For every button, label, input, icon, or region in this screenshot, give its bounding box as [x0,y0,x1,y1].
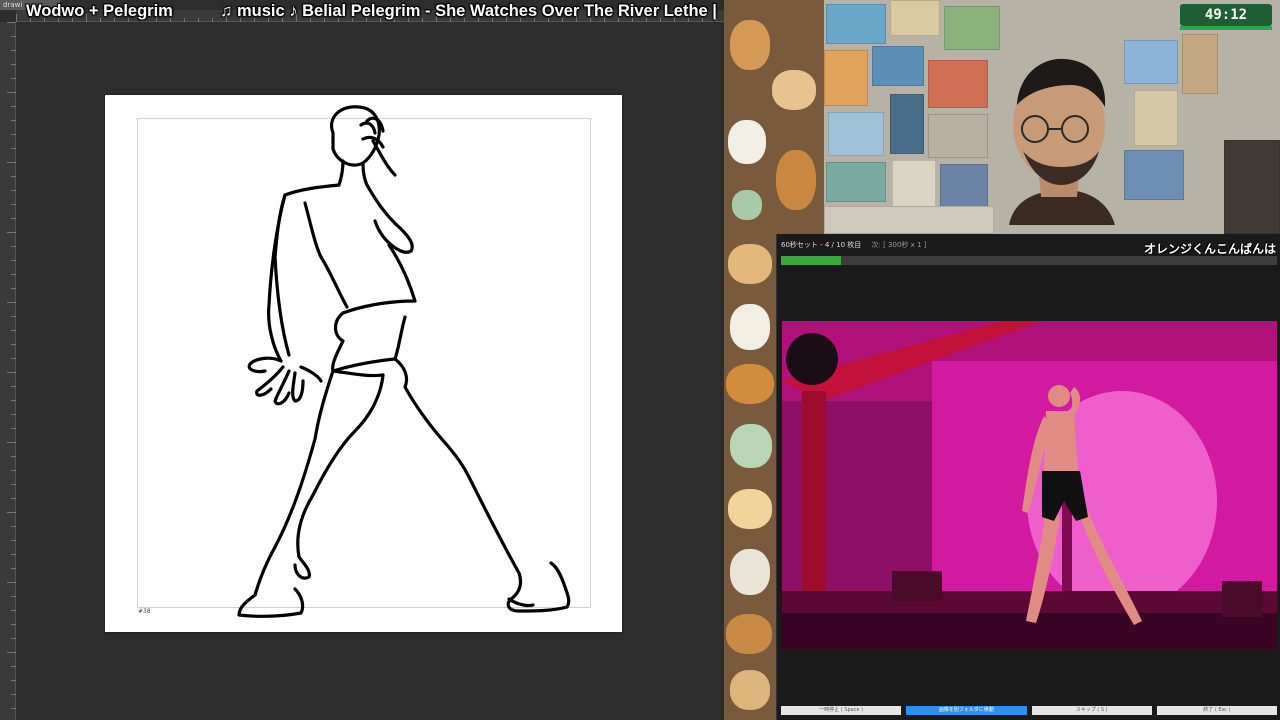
ruler-tick [11,456,16,457]
session-progress-bar [781,256,1277,265]
ruler-tick [11,708,16,709]
ruler-tick [11,666,16,667]
session-progress-fill [781,256,841,265]
ruler-tick [11,344,16,345]
ruler-tick [11,414,16,415]
app-tab-label: drawi [3,1,23,9]
ruler-tick [11,330,16,331]
reference-photo-scene [782,321,1277,650]
ruler-tick [11,50,16,51]
streamer-avatar [1009,58,1115,225]
ruler-tick [7,652,16,653]
ruler-tick [7,372,16,373]
ruler-tick [11,218,16,219]
ruler-tick [16,14,17,22]
ruler-tick [11,260,16,261]
ruler-tick [11,36,16,37]
pause-button[interactable]: 一時停止 ( Space ) [781,706,902,715]
ruler-tick [11,540,16,541]
ruler-tick [11,638,16,639]
ruler-tick [11,120,16,121]
ruler-tick [11,568,16,569]
ruler-tick [11,498,16,499]
ruler-tick [7,442,16,443]
reference-controls: 一時停止 ( Space ) 画像を別フォルダに移動 スキップ ( S ) 終了… [781,706,1277,716]
ruler-tick [11,176,16,177]
ruler-tick [11,204,16,205]
webcam-feed: 49:12 [824,0,1280,234]
ruler-tick [7,162,16,163]
ruler-tick [11,484,16,485]
move-image-button[interactable]: 画像を別フォルダに移動 [906,706,1027,715]
now-playing-text: ♫ music ♪ Belial Pelegrim - She Watches … [220,2,717,20]
session-header: 60秒セット - 4 / 10 枚目 次: [ 300秒 x 1 ] [781,240,926,252]
ruler-tick [11,316,16,317]
ruler-tick [11,596,16,597]
ruler-tick [7,582,16,583]
stream-title-overlay: Wodwo + Pelegrim ♫ music ♪ Belial Pelegr… [26,0,717,24]
stream-timer-bar [1180,26,1272,30]
ruler-tick [11,274,16,275]
ruler-tick [11,554,16,555]
ruler-tick [11,106,16,107]
ruler-tick [7,512,16,513]
ruler-tick [7,22,16,23]
ruler-tick [11,190,16,191]
ruler-tick [11,358,16,359]
stream-timer: 49:12 [1180,4,1272,26]
ruler-tick [11,470,16,471]
sticker-wall-lower [724,234,778,720]
next-session-label: 次: [ 300秒 x 1 ] [871,241,927,249]
drawing-app-window: drawi #38 [0,0,724,720]
ruler-vertical[interactable] [0,22,16,720]
chat-message: オレンジくんこんばんは [1143,242,1276,256]
ruler-tick [11,148,16,149]
reference-timer-app: 60秒セット - 4 / 10 枚目 次: [ 300秒 x 1 ] オレンジく… [776,234,1280,720]
ruler-tick [11,624,16,625]
ruler-tick [11,400,16,401]
ruler-tick [11,680,16,681]
ruler-tick [11,694,16,695]
ruler-tick [11,64,16,65]
drawing-canvas[interactable]: #38 [105,95,622,632]
ruler-tick [11,428,16,429]
ruler-tick [11,386,16,387]
ruler-tick [11,78,16,79]
ruler-tick [11,134,16,135]
figure-sketch [237,105,571,618]
ruler-tick [11,246,16,247]
ruler-tick [7,92,16,93]
end-button[interactable]: 終了 ( Esc ) [1156,706,1277,715]
ruler-tick [11,610,16,611]
ruler-tick [11,288,16,289]
ruler-tick [7,232,16,233]
ruler-tick [11,526,16,527]
skip-button[interactable]: スキップ ( S ) [1031,706,1152,715]
session-label: 60秒セット - 4 / 10 枚目 [781,241,862,249]
ruler-tick [7,302,16,303]
reference-photo [782,321,1277,650]
stream-title-artists: Wodwo + Pelegrim [26,2,173,20]
